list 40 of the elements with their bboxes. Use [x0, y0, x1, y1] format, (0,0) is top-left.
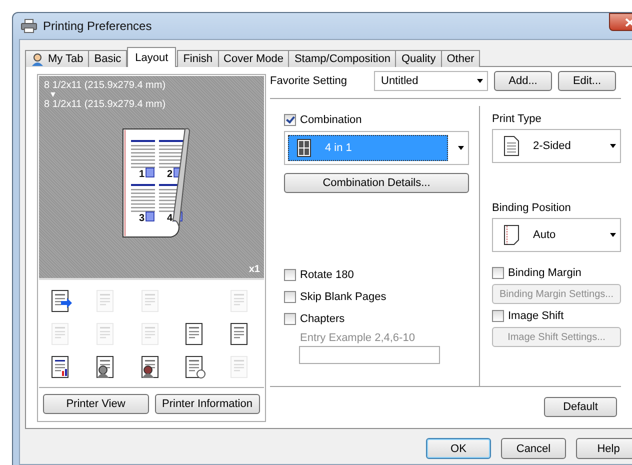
bound-page-icon	[504, 225, 519, 245]
tab[interactable]: Finish	[177, 50, 219, 67]
close-icon	[625, 18, 632, 26]
binding-position-label: Binding Position	[492, 201, 572, 216]
arrow-glyph: ▼	[48, 91, 58, 99]
favorite-dropdown[interactable]: Untitled	[374, 71, 488, 91]
tab[interactable]: My Tab	[25, 50, 90, 67]
option-checkbox[interactable]: Rotate 180	[284, 264, 469, 286]
output-size-text: 8 1/2x11 (215.9x279.4 mm)	[44, 99, 167, 110]
print-type-label: Print Type	[492, 112, 542, 127]
dialog-button[interactable]: Cancel	[501, 438, 566, 459]
tab[interactable]: Other	[440, 50, 480, 67]
copies-count: x1	[248, 264, 260, 275]
combination-checkbox[interactable]: Combination	[284, 109, 469, 131]
favorite-setting-label: Favorite Setting	[270, 75, 348, 87]
four-pages-icon	[297, 139, 311, 157]
user-icon	[31, 52, 44, 66]
page-icon	[504, 136, 519, 156]
default-button[interactable]: Default	[544, 397, 617, 417]
original-size-text: 8 1/2x11 (215.9x279.4 mm)	[44, 80, 167, 91]
entry-example-label: Entry Example 2,4,6-10	[299, 331, 416, 346]
option-checkbox[interactable]: Skip Blank Pages	[284, 286, 469, 308]
tab[interactable]: Quality	[395, 50, 442, 67]
dialog-button[interactable]: Help	[576, 438, 632, 459]
favorite-button[interactable]: Edit...	[558, 71, 616, 91]
print-type-dropdown[interactable]: 2-Sided	[492, 129, 621, 163]
preview-button[interactable]: Printer View	[43, 394, 148, 414]
printer-icon	[21, 19, 37, 33]
tab[interactable]: Cover Mode	[218, 50, 290, 67]
combination-details-button[interactable]: Combination Details...	[284, 173, 469, 193]
tab[interactable]: Layout	[127, 47, 176, 67]
tab[interactable]: Stamp/Composition	[288, 50, 396, 67]
option-checkbox[interactable]: Chapters	[284, 308, 469, 330]
preview-button[interactable]: Printer Information	[154, 394, 260, 414]
binding-position-dropdown[interactable]: Auto	[492, 218, 621, 252]
dialog-button[interactable]: OK	[426, 438, 491, 459]
document-clock-icon[interactable]	[183, 355, 208, 379]
favorite-button[interactable]: Add...	[494, 71, 552, 91]
window-title: Printing Preferences	[43, 19, 152, 33]
tab[interactable]: Basic	[88, 50, 128, 67]
